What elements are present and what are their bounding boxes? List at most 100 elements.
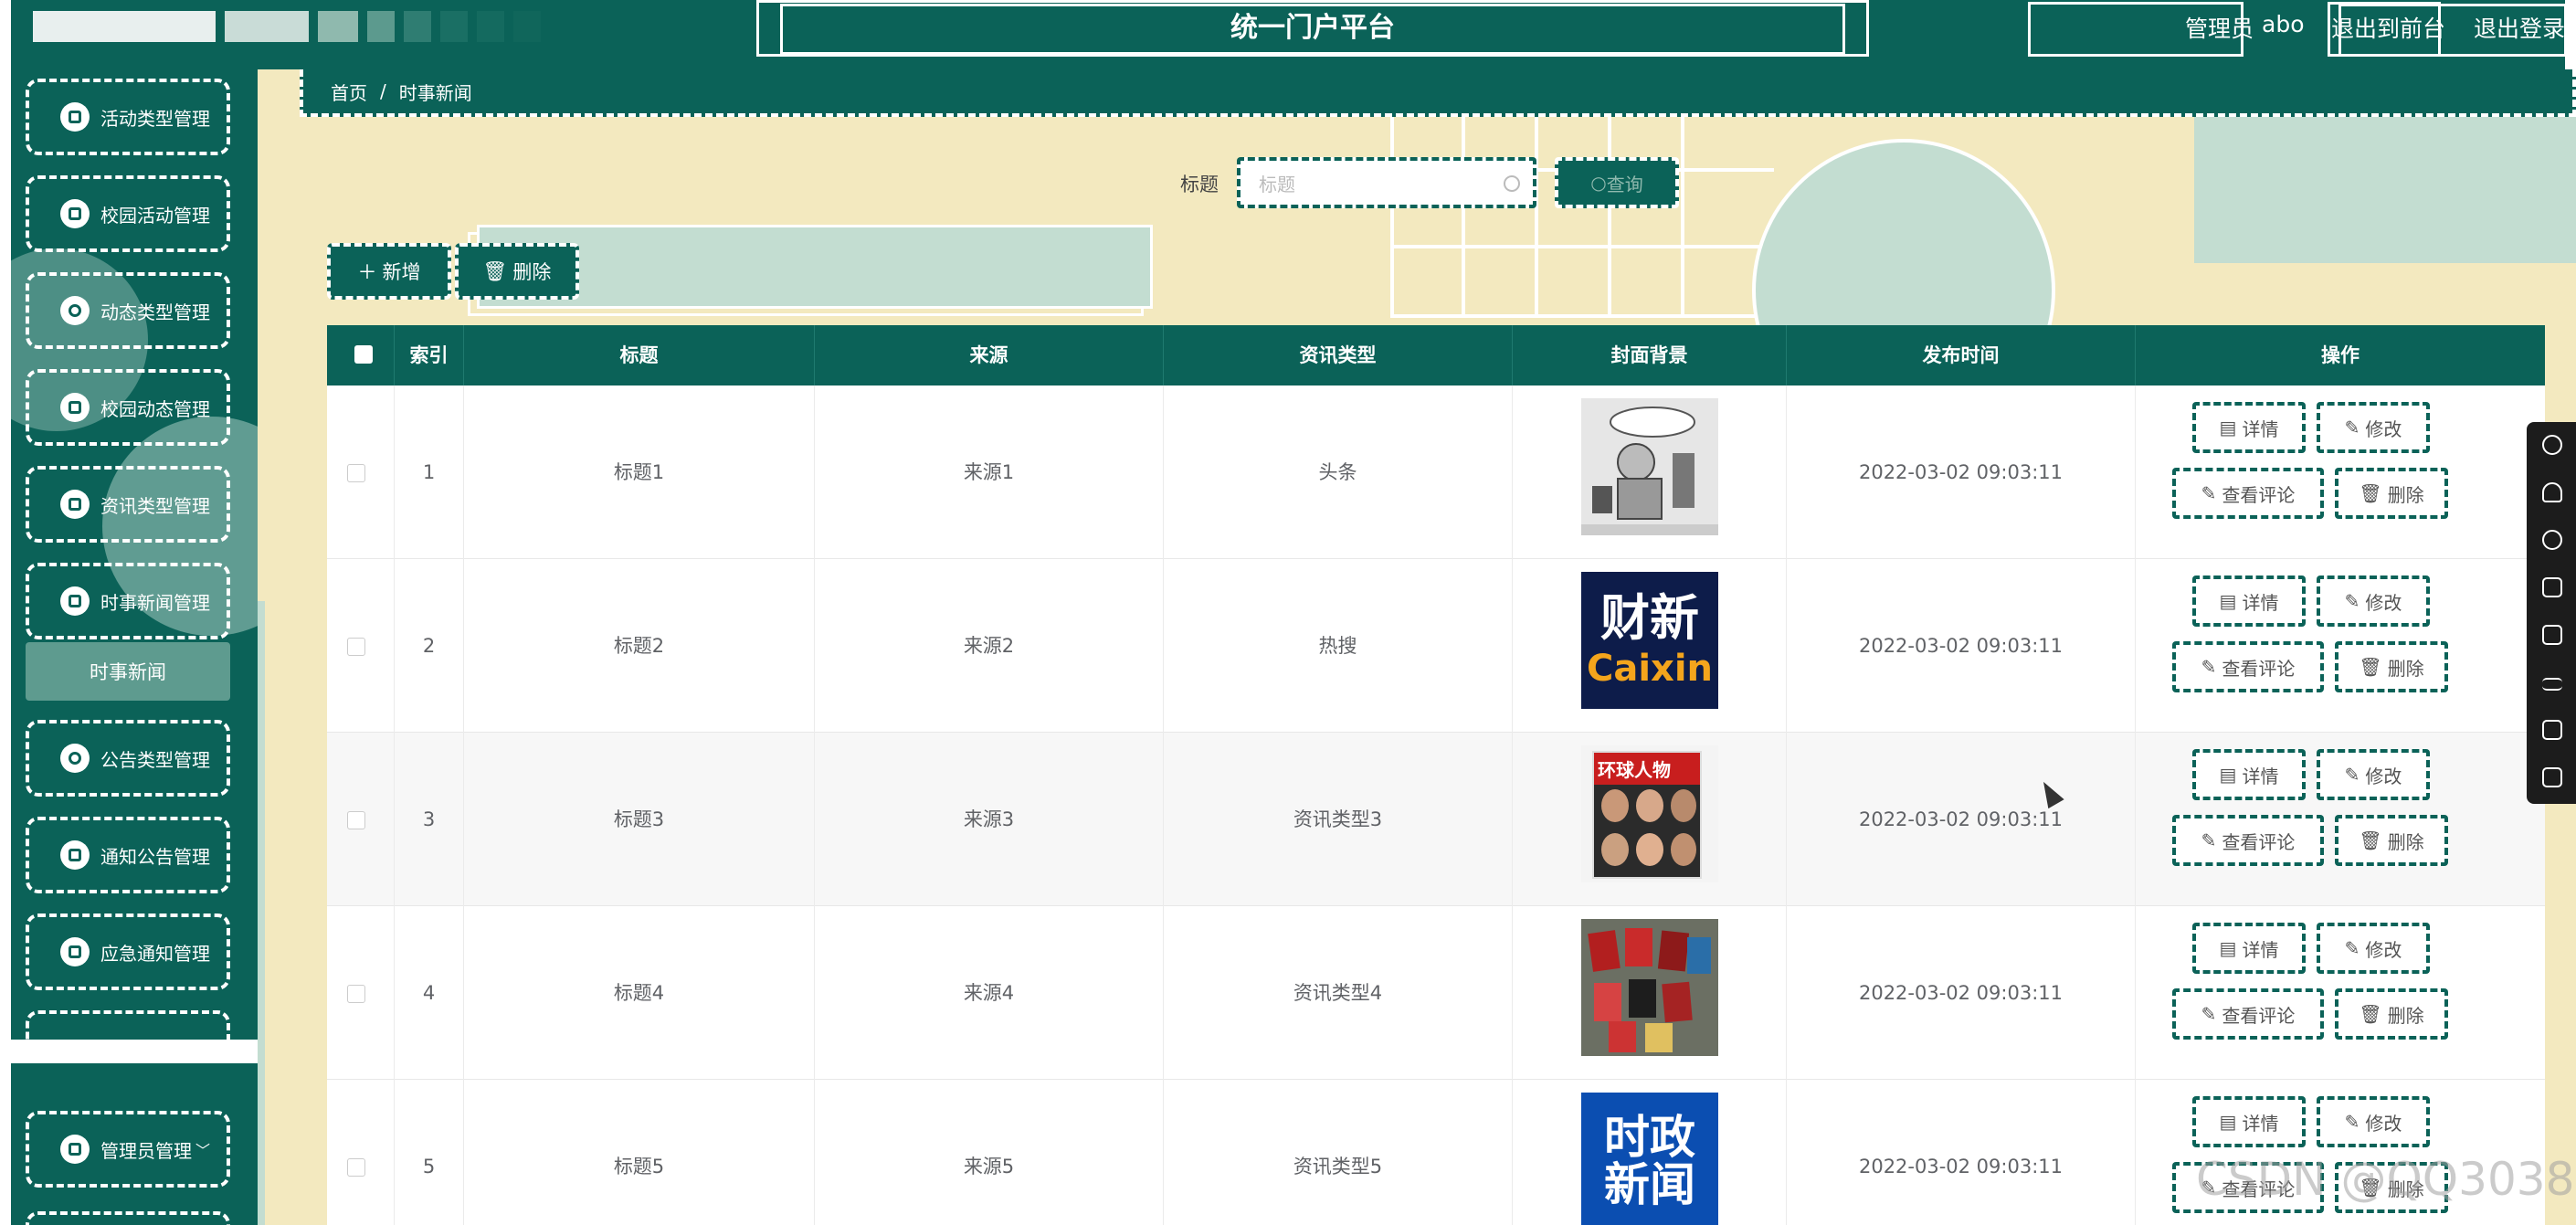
row-publish-time: 2022-03-02 09:03:11 [1787, 1080, 2136, 1225]
cover-politics-line2: 新闻 [1604, 1158, 1695, 1211]
pencil-icon: ✎ [2344, 417, 2360, 438]
row-checkbox[interactable] [347, 1158, 365, 1177]
row-index: 1 [395, 385, 464, 559]
query-button[interactable]: ○ 查询 [1555, 157, 1679, 208]
user-icon [60, 296, 90, 325]
edit-button[interactable]: ✎ 修改 [2317, 1096, 2430, 1147]
select-all-checkbox[interactable] [354, 345, 373, 364]
trash-icon: 🗑 [2359, 482, 2382, 504]
view-comments-button[interactable]: ✎ 查看评论 [2172, 815, 2324, 866]
row-checkbox[interactable] [347, 638, 365, 656]
logout-link[interactable]: 退出登录 [2474, 11, 2565, 44]
batch-delete-label: 删除 [512, 261, 552, 283]
delete-button[interactable]: 🗑 删除 [2335, 988, 2448, 1040]
row-select-cell [327, 385, 395, 559]
sidebar-divider [11, 1040, 258, 1063]
cover-caixin-en: Caixin [1586, 648, 1714, 690]
table-row: 2 标题2 来源2 热搜 2022-03-02 09:03:11 财新 Caix… [327, 559, 2545, 733]
sidebar-item-campus-news[interactable]: 校园动态管理 [26, 369, 230, 446]
sidebar-item-more[interactable] [26, 1211, 230, 1225]
sidebar-item-label: 动态类型管理 [100, 301, 210, 323]
table-row: 3 标题3 来源3 资讯类型3 2022-03-02 09:03:11 环球人物… [327, 733, 2545, 906]
breadcrumb-current: 时事新闻 [398, 81, 472, 104]
view-comments-label: 查看评论 [2222, 483, 2296, 506]
row-select-cell [327, 1080, 395, 1225]
sidebar-subitem-current-news[interactable]: 时事新闻 [26, 642, 230, 701]
table-row: 4 标题4 来源4 资讯类型4 2022-03-02 09:03:11 ▤ 详情… [327, 906, 2545, 1080]
fire-icon[interactable] [2542, 482, 2562, 502]
row-type: 资讯类型4 [1164, 906, 1513, 1080]
sidebar-item-notice[interactable]: 通知公告管理 [26, 817, 230, 893]
doc-icon: ▤ [2219, 764, 2237, 786]
detail-button[interactable]: ▤ 详情 [2192, 923, 2306, 974]
header-actions: 操作 [2321, 344, 2360, 366]
view-comments-button[interactable]: ✎ 查看评论 [2172, 988, 2324, 1040]
edit-button[interactable]: ✎ 修改 [2317, 923, 2430, 974]
detail-label: 详情 [2242, 417, 2279, 440]
header-select-all[interactable] [327, 325, 395, 385]
sidebar-item-activity-type[interactable]: 活动类型管理 [26, 79, 230, 155]
row-source: 来源1 [815, 385, 1164, 559]
search-icon[interactable] [2542, 435, 2562, 455]
row-source: 来源4 [815, 906, 1164, 1080]
sidebar-item-label: 应急通知管理 [100, 942, 210, 965]
pencil-icon: ✎ [2201, 482, 2217, 504]
edit-label: 修改 [2365, 417, 2402, 440]
row-index: 3 [395, 733, 464, 906]
sidebar-item-current-news[interactable]: 时事新闻管理 [26, 563, 230, 639]
edit-button[interactable]: ✎ 修改 [2317, 749, 2430, 800]
batch-delete-button[interactable]: 🗑 删除 [455, 243, 579, 300]
export-icon[interactable] [2542, 625, 2562, 645]
detail-button[interactable]: ▤ 详情 [2192, 749, 2306, 800]
view-comments-button[interactable]: ✎ 查看评论 [2172, 641, 2324, 692]
delete-button[interactable]: 🗑 删除 [2335, 641, 2448, 692]
query-button-label: 查询 [1606, 173, 1643, 195]
swap-icon[interactable] [2542, 678, 2562, 691]
view-comments-button[interactable]: ✎ 查看评论 [2172, 468, 2324, 519]
sidebar-item-notice-type[interactable]: 公告类型管理 [26, 720, 230, 797]
row-select-cell [327, 559, 395, 733]
translate-icon[interactable] [2542, 720, 2562, 740]
add-button[interactable]: ＋ 新增 [327, 243, 451, 300]
detail-button[interactable]: ▤ 详情 [2192, 576, 2306, 627]
sidebar-item-campus-activity[interactable]: 校园活动管理 [26, 175, 230, 252]
row-checkbox[interactable] [347, 985, 365, 1003]
row-publish-time: 2022-03-02 09:03:11 [1787, 385, 2136, 559]
row-index: 4 [395, 906, 464, 1080]
cover-magazine-title: 环球人物 [1594, 753, 1700, 785]
breadcrumb-home[interactable]: 首页 [331, 79, 367, 105]
pencil-icon: ✎ [2201, 1003, 2217, 1025]
sidebar-item-admin[interactable]: 管理员管理 ﹀ [26, 1111, 230, 1188]
sidebar-item-news-type[interactable]: 动态类型管理 [26, 272, 230, 349]
detail-button[interactable]: ▤ 详情 [2192, 1096, 2306, 1147]
detail-button[interactable]: ▤ 详情 [2192, 402, 2306, 453]
camera-icon[interactable] [2542, 767, 2562, 787]
row-checkbox[interactable] [347, 811, 365, 829]
row-type: 热搜 [1164, 559, 1513, 733]
add-button-label: 新增 [382, 261, 421, 283]
edit-button[interactable]: ✎ 修改 [2317, 576, 2430, 627]
trash-icon: 🗑 [482, 259, 508, 282]
edit-button[interactable]: ✎ 修改 [2317, 402, 2430, 453]
video-icon[interactable] [2542, 577, 2562, 597]
news-table: 索引 标题 来源 资讯类型 封面背景 发布时间 操作 1 标题1 来源1 头条 … [327, 325, 2545, 1225]
row-select-cell [327, 733, 395, 906]
doc-icon: ▤ [2219, 590, 2237, 612]
view-comments-label: 查看评论 [2222, 1004, 2296, 1027]
sidebar-item-info-type[interactable]: 资讯类型管理 [26, 466, 230, 543]
sidebar-item-label: 时事新闻管理 [100, 591, 210, 614]
delete-button[interactable]: 🗑 删除 [2335, 468, 2448, 519]
location-icon [60, 744, 90, 773]
sidebar-item-emergency[interactable]: 应急通知管理 [26, 913, 230, 990]
row-source: 来源2 [815, 559, 1164, 733]
search-label: 标题 [1180, 174, 1219, 195]
refresh-icon[interactable] [2542, 530, 2562, 550]
sidebar-item-label: 公告类型管理 [100, 748, 210, 771]
doc-icon: ▤ [2219, 937, 2237, 959]
delete-button[interactable]: 🗑 删除 [2335, 815, 2448, 866]
header-index: 索引 [395, 325, 464, 385]
pencil-icon: ✎ [2344, 1111, 2360, 1133]
view-comments-label: 查看评论 [2222, 657, 2296, 680]
row-checkbox[interactable] [347, 464, 365, 482]
search-input[interactable]: 标题 [1237, 157, 1536, 208]
